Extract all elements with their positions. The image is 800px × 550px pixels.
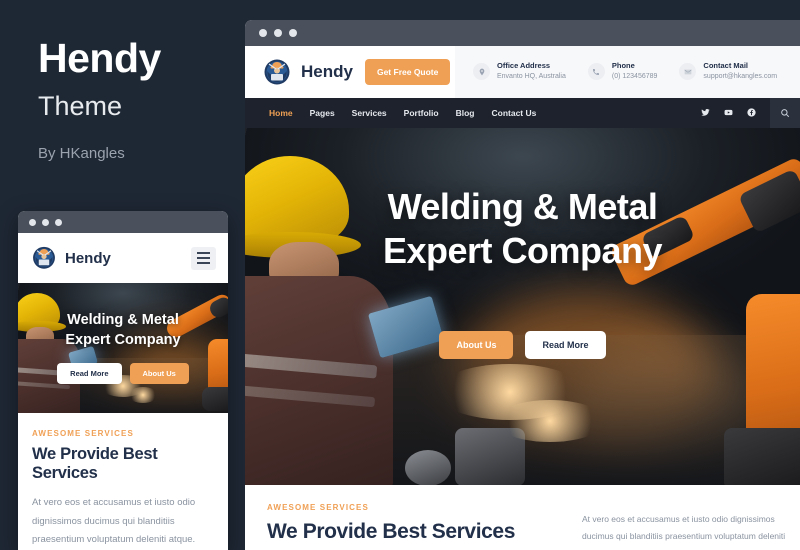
promo-subtitle: Theme: [38, 91, 123, 121]
phone-icon: [587, 63, 605, 81]
mobile-hero-title-line2: Expert Company: [65, 331, 181, 348]
desktop-menu: Home Pages Services Portfolio Blog Conta…: [245, 108, 701, 118]
phone-value: (0) 123456789: [611, 73, 658, 81]
desktop-brand-zone: Hendy Get Free Quote: [245, 46, 455, 98]
get-free-quote-button[interactable]: Get Free Quote: [364, 59, 451, 85]
social-links: [701, 104, 770, 122]
minimize-dot[interactable]: [274, 29, 282, 37]
desktop-hero: Welding & Metal Expert Company About Us …: [245, 128, 800, 485]
desktop-services-eyebrow: AWESOME SERVICES: [267, 503, 369, 512]
mobile-header: Hendy: [18, 233, 228, 283]
maximize-dot[interactable]: [55, 218, 62, 226]
mobile-services-section: AWESOME SERVICES We Provide Best Service…: [18, 413, 228, 550]
close-dot[interactable]: [29, 218, 36, 226]
mobile-read-more-button[interactable]: Read More: [57, 363, 122, 384]
office-address-value: Envanto HQ, Australia: [497, 73, 566, 81]
desktop-mockup: Hendy Get Free Quote Office Address Enva…: [245, 20, 800, 550]
desktop-navbar: Home Pages Services Portfolio Blog Conta…: [245, 98, 800, 128]
desktop-contact-info: Office Address Envanto HQ, Australia Pho…: [455, 46, 800, 98]
mobile-services-paragraph: At vero eos et accusamus et iusto odio d…: [32, 497, 196, 546]
mobile-hero-title: Welding & Metal Expert Company: [18, 311, 228, 350]
desktop-read-more-button[interactable]: Read More: [525, 331, 606, 359]
contact-mail-info: Contact Mail support@hkangles.com: [679, 61, 777, 82]
desktop-services-heading: We Provide Best Services: [267, 520, 515, 543]
location-pin-icon: [473, 63, 490, 81]
mail-icon: [679, 63, 697, 81]
page-title: Hendy: [38, 35, 161, 81]
nav-item-services[interactable]: Services: [352, 108, 387, 118]
desktop-window-chrome: [245, 20, 800, 46]
close-dot[interactable]: [259, 29, 267, 37]
desktop-services-paragraph: At vero eos et accusamus et iusto odio d…: [582, 514, 786, 550]
facebook-icon[interactable]: [747, 104, 756, 122]
mobile-hero-title-line1: Welding & Metal: [67, 312, 179, 328]
nav-item-pages[interactable]: Pages: [310, 108, 335, 118]
mobile-brand[interactable]: Hendy: [30, 242, 111, 275]
desktop-hero-photo: [245, 128, 800, 485]
office-address-info: Office Address Envanto HQ, Australia: [473, 61, 566, 82]
mobile-hero-buttons: Read More About Us: [18, 363, 228, 384]
office-address-label: Office Address: [497, 61, 551, 71]
nav-item-contact-us[interactable]: Contact Us: [492, 108, 537, 118]
phone-info: Phone (0) 123456789: [587, 61, 658, 82]
contact-mail-value: support@hkangles.com: [703, 73, 778, 81]
desktop-services-section: AWESOME SERVICES We Provide Best Service…: [245, 485, 800, 550]
mobile-window-chrome: [18, 211, 228, 233]
worker-badge-logo-icon: [30, 242, 58, 275]
nav-item-portfolio[interactable]: Portfolio: [404, 108, 439, 118]
nav-item-blog[interactable]: Blog: [456, 108, 475, 118]
mobile-services-eyebrow: AWESOME SERVICES: [32, 429, 134, 438]
desktop-hero-buttons: About Us Read More: [245, 331, 800, 359]
desktop-brand-name: Hendy: [301, 62, 353, 81]
desktop-hero-title: Welding & Metal Expert Company: [245, 185, 800, 273]
desktop-brand[interactable]: Hendy: [261, 54, 353, 91]
hamburger-menu-icon[interactable]: [191, 246, 216, 270]
desktop-hero-title-line1: Welding & Metal: [387, 186, 658, 227]
mobile-about-us-button[interactable]: About Us: [129, 363, 189, 384]
minimize-dot[interactable]: [42, 218, 49, 226]
desktop-hero-title-line2: Expert Company: [382, 229, 663, 271]
desktop-about-us-button[interactable]: About Us: [439, 331, 514, 359]
contact-mail-label: Contact Mail: [703, 61, 749, 71]
mobile-services-heading: We Provide Best Services: [32, 445, 158, 482]
worker-badge-logo-icon: [261, 54, 293, 91]
mobile-mockup: Hendy Welding & Metal Expert Company Rea…: [18, 211, 228, 550]
desktop-services-copy: At vero eos et accusamus et iusto odio d…: [582, 503, 800, 550]
phone-label: Phone: [611, 61, 635, 71]
twitter-icon[interactable]: [701, 104, 710, 122]
promo-author: By HKangles: [38, 145, 125, 162]
mobile-hero: Welding & Metal Expert Company Read More…: [18, 283, 228, 413]
youtube-icon[interactable]: [724, 104, 733, 122]
search-icon[interactable]: [770, 98, 800, 128]
maximize-dot[interactable]: [289, 29, 297, 37]
nav-item-home[interactable]: Home: [269, 108, 293, 118]
mobile-brand-name: Hendy: [65, 249, 111, 267]
screenshot-root: Hendy Theme By HKangles Hendy Welding & …: [0, 0, 800, 550]
desktop-topbar: Hendy Get Free Quote Office Address Enva…: [245, 46, 800, 98]
desktop-services-headings: AWESOME SERVICES We Provide Best Service…: [267, 503, 562, 550]
